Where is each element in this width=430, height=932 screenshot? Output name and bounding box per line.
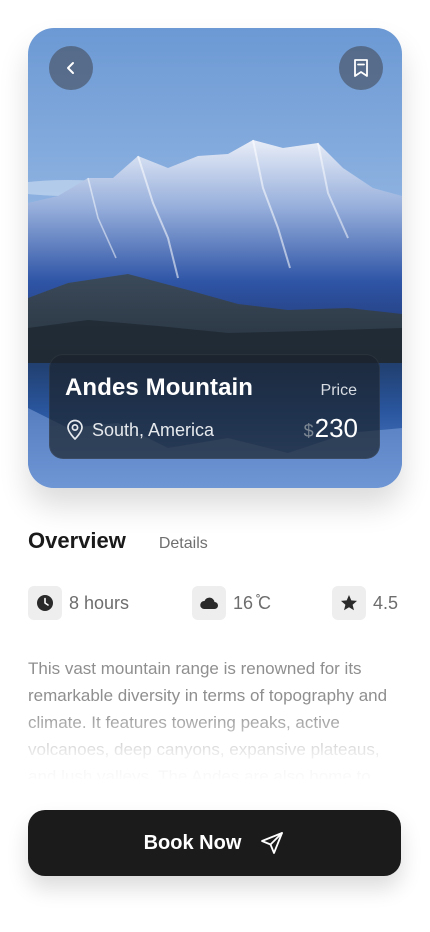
destination-info-card: Andes Mountain Price South, America $ 23… [49,354,380,459]
stat-rating: 4.5 [332,586,398,620]
book-now-button[interactable]: Book Now [28,810,401,876]
tab-overview[interactable]: Overview [28,528,126,554]
clock-icon [28,586,62,620]
send-icon [259,830,285,856]
location-row: South, America [65,419,214,441]
bookmark-button[interactable] [339,46,383,90]
temperature-text: 16 ̊C [233,592,272,613]
chevron-left-icon [61,58,81,78]
currency-symbol: $ [303,421,314,441]
price-value: 230 [314,413,358,443]
duration-text: 8 hours [69,592,130,613]
location-pin-icon [65,419,85,441]
destination-hero-card: Andes Mountain Price South, America $ 23… [28,28,402,488]
bookmark-icon [350,57,372,79]
cloud-icon [192,586,226,620]
place-name: Andes Mountain [65,374,254,401]
location-text: South, America [92,419,215,440]
tab-details[interactable]: Details [159,535,208,553]
rating-text: 4.5 [373,592,399,613]
stat-duration: 8 hours [28,586,129,620]
star-icon [332,586,366,620]
stat-temperature: 16 ̊C [192,586,271,620]
overview-description: This vast mountain range is renowned for… [28,659,388,779]
price-label: Price [320,382,357,399]
back-button[interactable] [49,46,93,90]
content-tabs: Overview Details [28,528,208,554]
book-now-label: Book Now [143,831,242,854]
price-row: $ 230 [304,413,358,444]
